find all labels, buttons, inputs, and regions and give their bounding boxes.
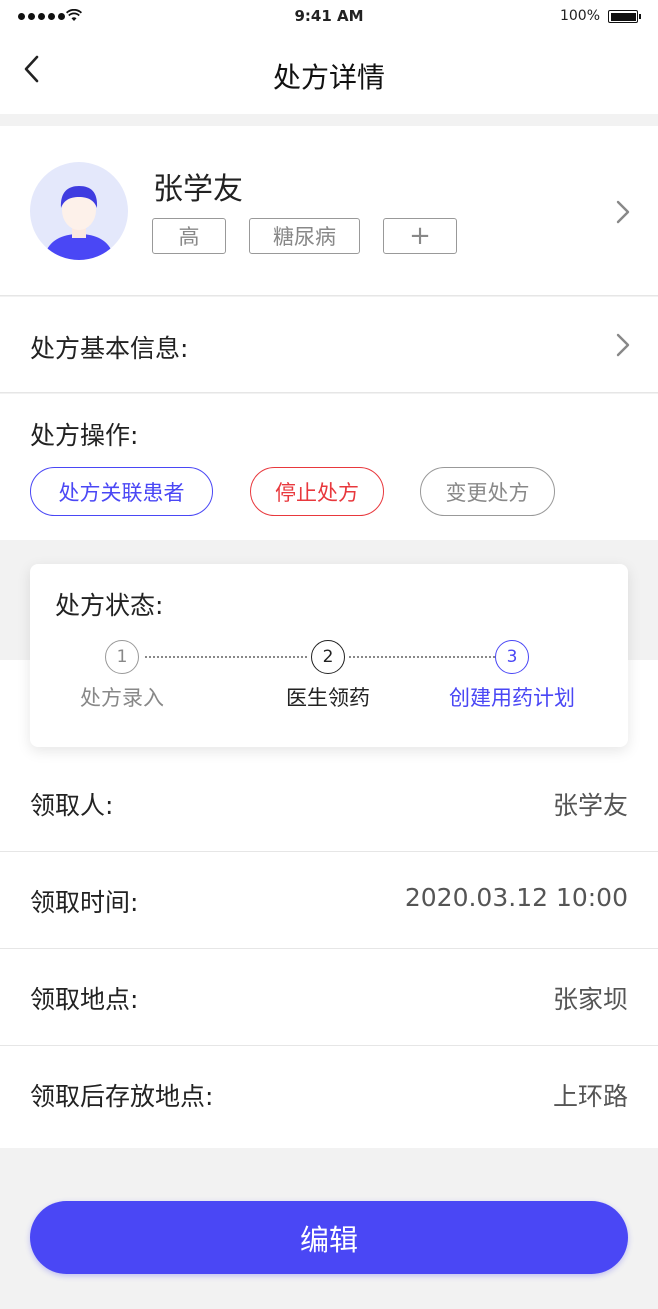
stop-prescription-button[interactable]: 停止处方 [250, 467, 384, 516]
operations-label: 处方操作: [30, 421, 139, 450]
detail-label: 领取人: [30, 791, 114, 820]
step-1-circle: 1 [105, 640, 139, 674]
step-1-label: 处方录入 [80, 686, 164, 710]
detail-value: 上环路 [552, 1082, 628, 1111]
basic-info-label: 处方基本信息: [30, 334, 189, 363]
detail-label: 领取地点: [30, 985, 139, 1014]
step-3-circle: 3 [495, 640, 529, 674]
basic-info-row[interactable]: 处方基本信息: [0, 297, 658, 393]
detail-value: 2020.03.12 10:00 [404, 883, 628, 912]
change-prescription-button[interactable]: 变更处方 [420, 467, 555, 516]
page-title: 处方详情 [272, 61, 385, 94]
detail-label: 领取后存放地点: [30, 1082, 214, 1111]
chevron-right-icon [616, 200, 630, 224]
step-connector [145, 656, 307, 658]
status-title: 处方状态: [55, 591, 164, 620]
edit-button[interactable]: 编辑 [30, 1201, 628, 1274]
status-bar: 9:41 AM 100% [0, 0, 658, 34]
detail-value: 张学友 [552, 791, 628, 820]
divider [0, 851, 658, 852]
avatar [30, 162, 128, 260]
chevron-right-icon [616, 333, 630, 357]
tag-condition-diabetes: 糖尿病 [249, 218, 360, 254]
divider [0, 948, 658, 949]
tag-condition-high: 高 [152, 218, 226, 254]
link-patient-button[interactable]: 处方关联患者 [30, 467, 213, 516]
patient-profile-card[interactable]: 张学友 高 糖尿病 + [0, 126, 658, 296]
user-avatar-icon [44, 186, 114, 260]
nav-bar: 处方详情 [0, 34, 658, 114]
divider [0, 1045, 658, 1046]
patient-name: 张学友 [153, 172, 243, 207]
detail-value: 张家坝 [552, 985, 628, 1014]
step-2-label: 医生领药 [286, 686, 370, 710]
add-tag-button[interactable]: + [383, 218, 457, 254]
battery-icon [608, 10, 641, 23]
detail-label: 领取时间: [30, 888, 139, 917]
step-connector [349, 656, 495, 658]
step-2-circle: 2 [311, 640, 345, 674]
prescription-status-card: 处方状态: 1 2 3 处方录入 医生领药 创建用药计划 [30, 564, 628, 747]
step-3-label: 创建用药计划 [449, 686, 575, 710]
battery-percent: 100% [559, 8, 600, 24]
